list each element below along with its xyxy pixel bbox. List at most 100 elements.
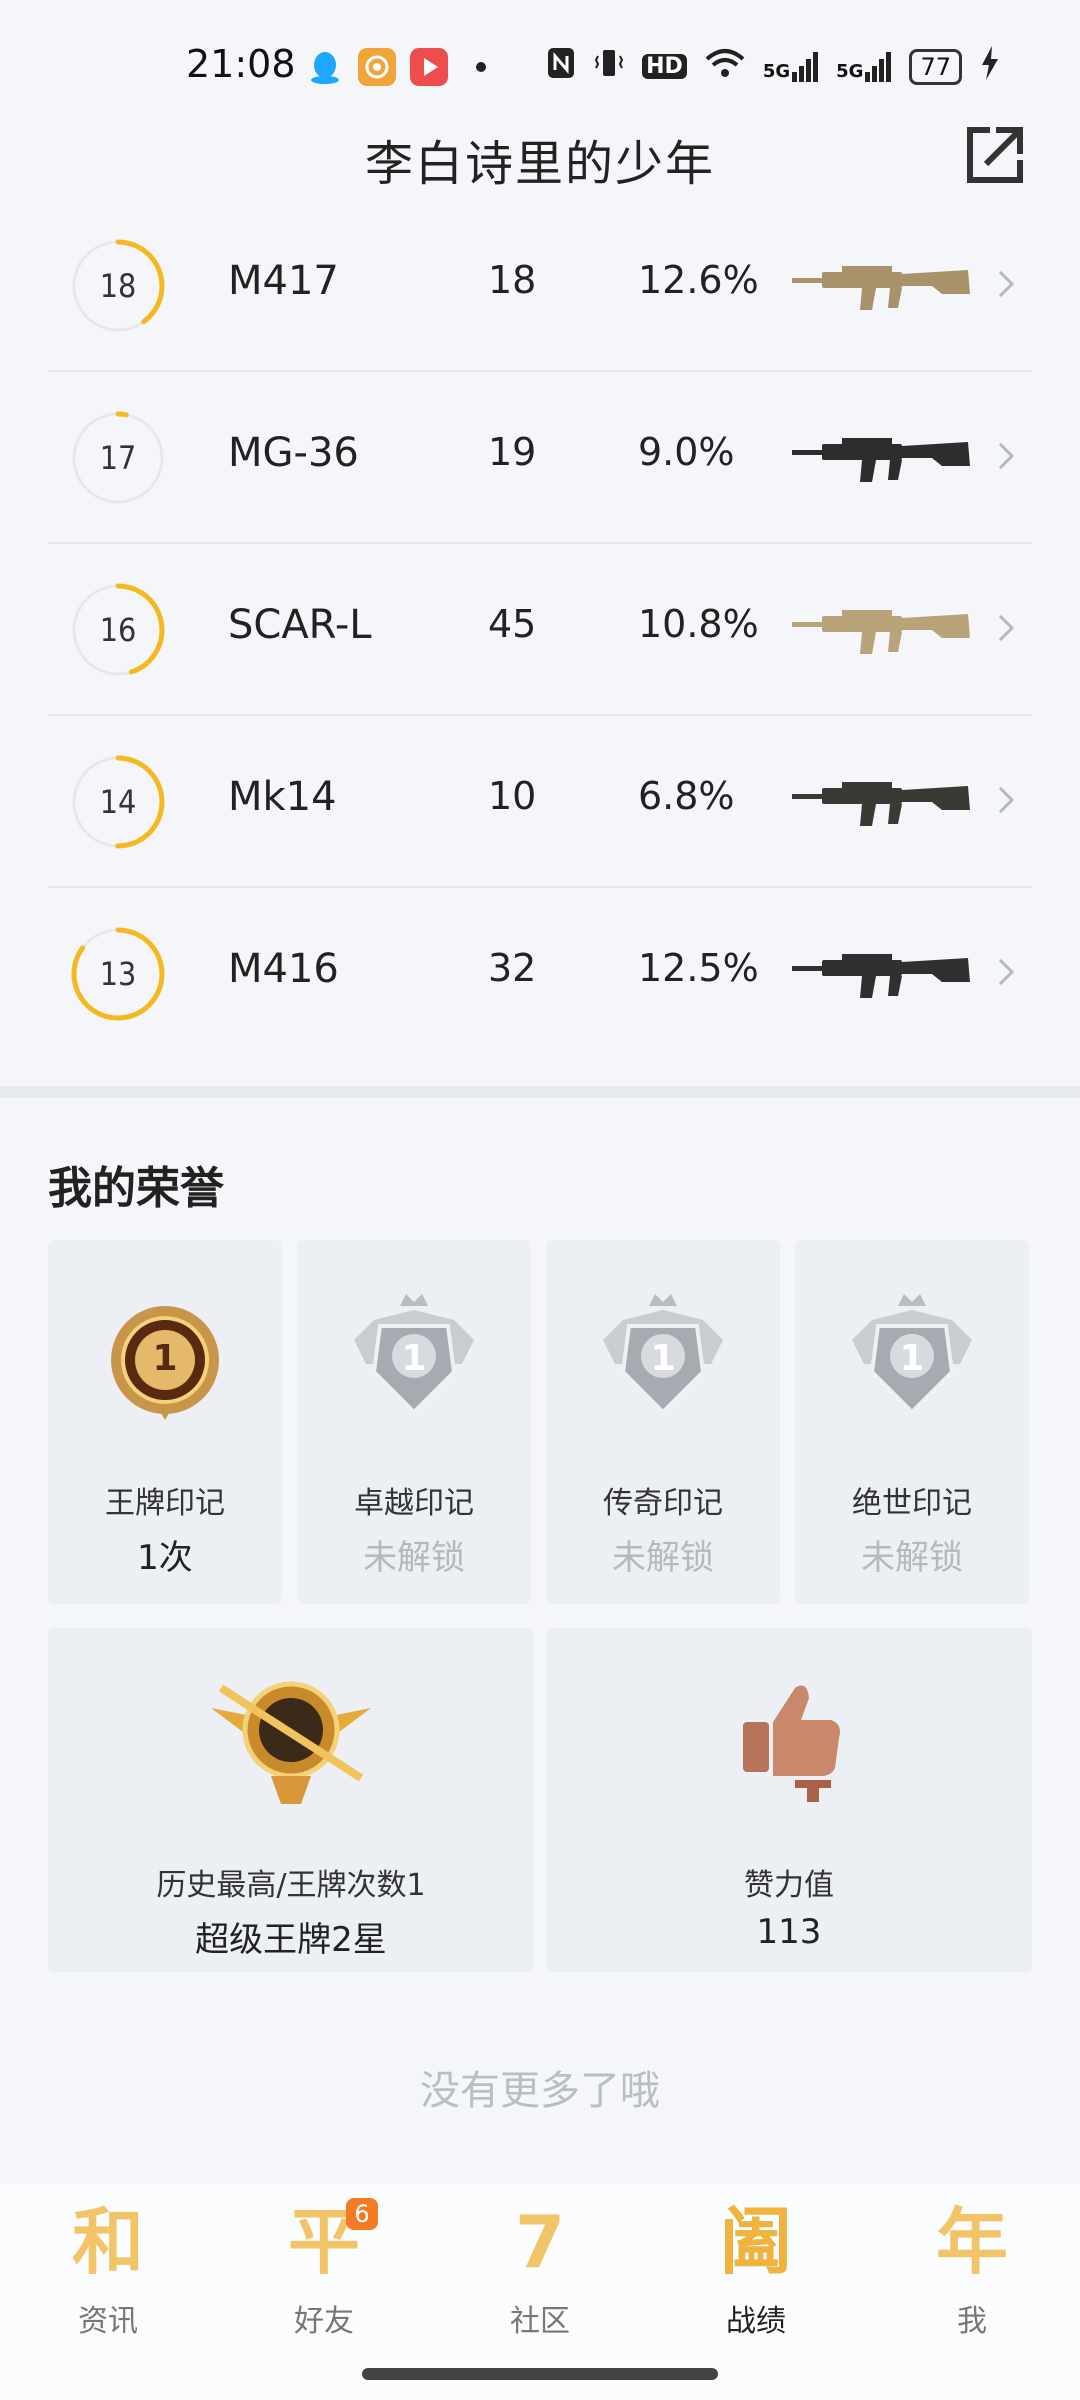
- weapon-rate: 6.8%: [638, 774, 735, 818]
- badge-number: 1: [152, 1338, 177, 1379]
- honor-label: 王牌印记: [105, 1486, 225, 1521]
- honor-value: 超级王牌2星: [195, 1920, 387, 1960]
- honor-card[interactable]: 历史最高/王牌次数1 超级王牌2星: [48, 1628, 534, 1972]
- weapon-row[interactable]: 14 Mk14 10 6.8%: [48, 716, 1032, 888]
- signal-label: 5G: [836, 60, 864, 82]
- weapon-count: 45: [488, 602, 537, 646]
- ace-mark-badge-icon: 1: [111, 1306, 219, 1420]
- notification-badge: 6: [346, 2198, 378, 2230]
- honor-card[interactable]: 1 绝世印记未解锁: [795, 1240, 1029, 1604]
- tab-records[interactable]: 阖战绩: [648, 2202, 864, 2352]
- weapon-row[interactable]: 18 M417 18 12.6%: [48, 200, 1032, 372]
- weapon-level: 17: [99, 439, 137, 477]
- weapon-rate: 10.8%: [638, 602, 759, 646]
- video-icon: [410, 48, 448, 86]
- section-divider: [0, 1086, 1080, 1098]
- tab-label: 我: [957, 2304, 987, 2339]
- signal-5g-icon: 5G: [762, 51, 819, 82]
- honor-card[interactable]: 赞力值 113: [546, 1628, 1032, 1972]
- signal-5g-icon: 5G: [836, 51, 892, 82]
- weapon-image: [792, 438, 970, 482]
- status-bar: 21:08 HD 5G 5G 77: [0, 0, 1080, 130]
- badge-number: 1: [650, 1338, 675, 1379]
- tab-label: 社区: [510, 2304, 570, 2339]
- thumbs-up-trophy-icon: [743, 1685, 840, 1802]
- legend-mark-badge-icon: 1: [603, 1294, 723, 1415]
- dot-icon: [476, 62, 486, 72]
- weapon-name: SCAR-L: [228, 602, 372, 648]
- weapon-rate: 9.0%: [638, 430, 735, 474]
- status-time: 21:08: [186, 42, 296, 86]
- weapon-count: 10: [488, 774, 537, 818]
- tab-friends[interactable]: 平 6 好友: [216, 2198, 432, 2352]
- weapon-count: 32: [488, 946, 537, 990]
- honor-value: 未解锁: [861, 1538, 963, 1578]
- tab-news[interactable]: 和资讯: [0, 2202, 216, 2352]
- honors-section-title: 我的荣誉: [48, 1163, 224, 1214]
- weapon-level: 13: [99, 955, 137, 993]
- tab-community[interactable]: 7 社区: [432, 2202, 648, 2352]
- battery-icon: 77: [909, 48, 962, 85]
- news-tab-icon: 和: [71, 2200, 144, 2284]
- chevron-right-icon: [998, 786, 1015, 814]
- signal-label: 5G: [762, 60, 791, 82]
- vibrate-icon: [594, 46, 624, 87]
- super-ace-rank-emblem-icon: [211, 1681, 371, 1804]
- weapon-name: M417: [228, 258, 339, 304]
- honor-label: 卓越印记: [354, 1486, 474, 1521]
- profile-tab-icon: 年: [935, 2200, 1008, 2284]
- tab-label: 资讯: [78, 2304, 138, 2339]
- home-indicator[interactable]: [362, 2368, 718, 2380]
- status-app-icons: [306, 48, 486, 86]
- weapon-level: 16: [99, 611, 137, 649]
- chevron-right-icon: [998, 442, 1015, 470]
- honor-value: 未解锁: [612, 1538, 714, 1578]
- weapon-count: 18: [488, 258, 537, 302]
- honor-label: 赞力值: [744, 1868, 834, 1903]
- weapon-image: [792, 954, 970, 998]
- chevron-right-icon: [998, 614, 1015, 642]
- honor-label: 绝世印记: [852, 1486, 972, 1521]
- weapon-row[interactable]: 17 MG-36 19 9.0%: [48, 372, 1032, 544]
- podcast-icon: [358, 48, 396, 86]
- page-title: 李白诗里的少年: [364, 136, 715, 192]
- weapon-rate: 12.6%: [638, 258, 759, 302]
- excellence-mark-badge-icon: 1: [354, 1294, 474, 1415]
- community-tab-icon: 7: [514, 2200, 566, 2284]
- weapon-level: 18: [99, 267, 137, 305]
- chevron-right-icon: [998, 270, 1015, 298]
- weapon-image: [792, 266, 970, 310]
- share-external-icon: [967, 127, 1023, 183]
- weapon-image: [792, 782, 970, 826]
- weapon-row[interactable]: 13 M416 32 12.5%: [48, 888, 1032, 1058]
- honor-label: 传奇印记: [603, 1486, 723, 1521]
- weapon-rate: 12.5%: [638, 946, 759, 990]
- honor-card[interactable]: 1 王牌印记 1次: [48, 1240, 282, 1604]
- weapon-row[interactable]: 16 SCAR-L 45 10.8%: [48, 544, 1032, 716]
- peerless-mark-badge-icon: 1: [852, 1294, 972, 1415]
- badge-number: 1: [401, 1338, 426, 1379]
- share-button[interactable]: [962, 122, 1028, 188]
- weapon-count: 19: [488, 430, 537, 474]
- hd-icon: HD: [642, 54, 687, 79]
- badge-number: 1: [899, 1338, 924, 1379]
- weapon-name: MG-36: [228, 430, 359, 476]
- weapon-name: M416: [228, 946, 339, 992]
- nfc-icon: [546, 46, 576, 87]
- tab-label: 好友: [294, 2304, 354, 2339]
- records-tab-icon: 阖: [719, 2200, 792, 2284]
- status-system-icons: HD 5G 5G 77: [546, 46, 1000, 87]
- qq-icon: [306, 48, 344, 86]
- chevron-right-icon: [998, 958, 1015, 986]
- honor-value: 113: [756, 1912, 822, 1952]
- tab-label: 战绩: [726, 2304, 786, 2339]
- honor-value: 未解锁: [363, 1538, 465, 1578]
- weapon-list: 18 M417 18 12.6% 17 MG-36 19 9.0% 16 SCAR-L 45 10.8…: [48, 200, 1032, 1058]
- honor-card[interactable]: 1 传奇印记未解锁: [546, 1240, 780, 1604]
- end-of-list-text: 没有更多了哦: [420, 2068, 660, 2114]
- honor-card[interactable]: 1 卓越印记未解锁: [297, 1240, 531, 1604]
- honor-label: 历史最高/王牌次数1: [156, 1868, 426, 1903]
- weapon-level: 14: [99, 783, 137, 821]
- honor-value: 1次: [137, 1538, 193, 1578]
- tab-profile[interactable]: 年我: [864, 2202, 1080, 2352]
